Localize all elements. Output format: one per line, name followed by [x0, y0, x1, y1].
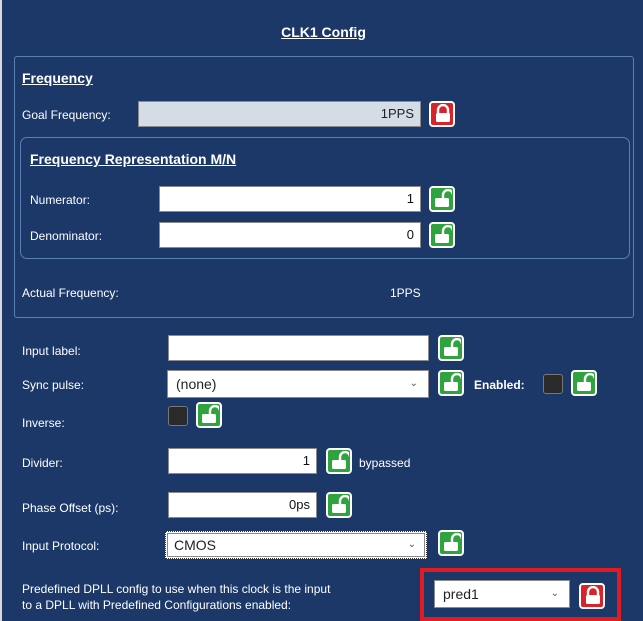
lock-open-icon[interactable] [429, 186, 455, 212]
lock-open-icon[interactable] [196, 402, 222, 428]
sync-pulse-label: Sync pulse: [22, 378, 85, 392]
clk1-config-panel: CLK1 Config Frequency Goal Frequency: 1P… [0, 0, 643, 621]
lock-open-icon[interactable] [438, 530, 464, 556]
inverse-label: Inverse: [22, 416, 65, 430]
lock-open-icon[interactable] [429, 222, 455, 248]
goal-frequency-field: 1PPS [138, 101, 421, 127]
page-title: CLK1 Config [281, 24, 366, 40]
denominator-label: Denominator: [30, 229, 103, 243]
predefined-label-line1: Predefined DPLL config to use when this … [22, 582, 331, 596]
input-protocol-select[interactable]: CMOS ⌄ [165, 531, 427, 559]
enabled-label: Enabled: [474, 378, 525, 392]
chevron-down-icon: ⌄ [550, 588, 559, 599]
frequency-heading: Frequency [22, 70, 93, 86]
numerator-input[interactable]: 1 [159, 186, 421, 212]
actual-frequency-value: 1PPS [390, 286, 421, 300]
numerator-label: Numerator: [30, 193, 91, 207]
lock-open-icon[interactable] [438, 370, 464, 396]
input-protocol-label: Input Protocol: [22, 539, 100, 553]
input-protocol-value: CMOS [174, 537, 216, 553]
bypassed-text: bypassed [359, 456, 411, 470]
input-label-input[interactable] [168, 335, 429, 361]
enabled-checkbox[interactable] [543, 374, 563, 394]
lock-closed-icon[interactable] [579, 583, 605, 609]
sync-pulse-value: (none) [176, 376, 217, 392]
lock-closed-icon[interactable] [429, 101, 455, 127]
phase-offset-label: Phase Offset (ps): [22, 501, 119, 515]
sync-pulse-select[interactable]: (none) ⌄ [167, 370, 429, 398]
predefined-config-select[interactable]: pred1 ⌄ [434, 580, 570, 608]
chevron-down-icon: ⌄ [409, 378, 418, 389]
chevron-down-icon: ⌄ [407, 539, 416, 550]
lock-open-icon[interactable] [326, 448, 352, 474]
goal-frequency-label: Goal Frequency: [22, 108, 111, 122]
lock-open-icon[interactable] [438, 335, 464, 361]
denominator-input[interactable]: 0 [159, 222, 421, 248]
lock-open-icon[interactable] [571, 370, 597, 396]
predefined-label-line2: to a DPLL with Predefined Configurations… [22, 598, 292, 612]
mn-heading: Frequency Representation M/N [30, 151, 237, 167]
inverse-checkbox[interactable] [168, 406, 188, 426]
divider-input[interactable]: 1 [168, 448, 317, 474]
divider-label: Divider: [22, 456, 63, 470]
lock-open-icon[interactable] [326, 492, 352, 518]
actual-frequency-label: Actual Frequency: [22, 286, 119, 300]
input-label-label: Input label: [22, 344, 81, 358]
phase-offset-input[interactable]: 0ps [168, 492, 317, 518]
predefined-config-value: pred1 [443, 586, 479, 602]
